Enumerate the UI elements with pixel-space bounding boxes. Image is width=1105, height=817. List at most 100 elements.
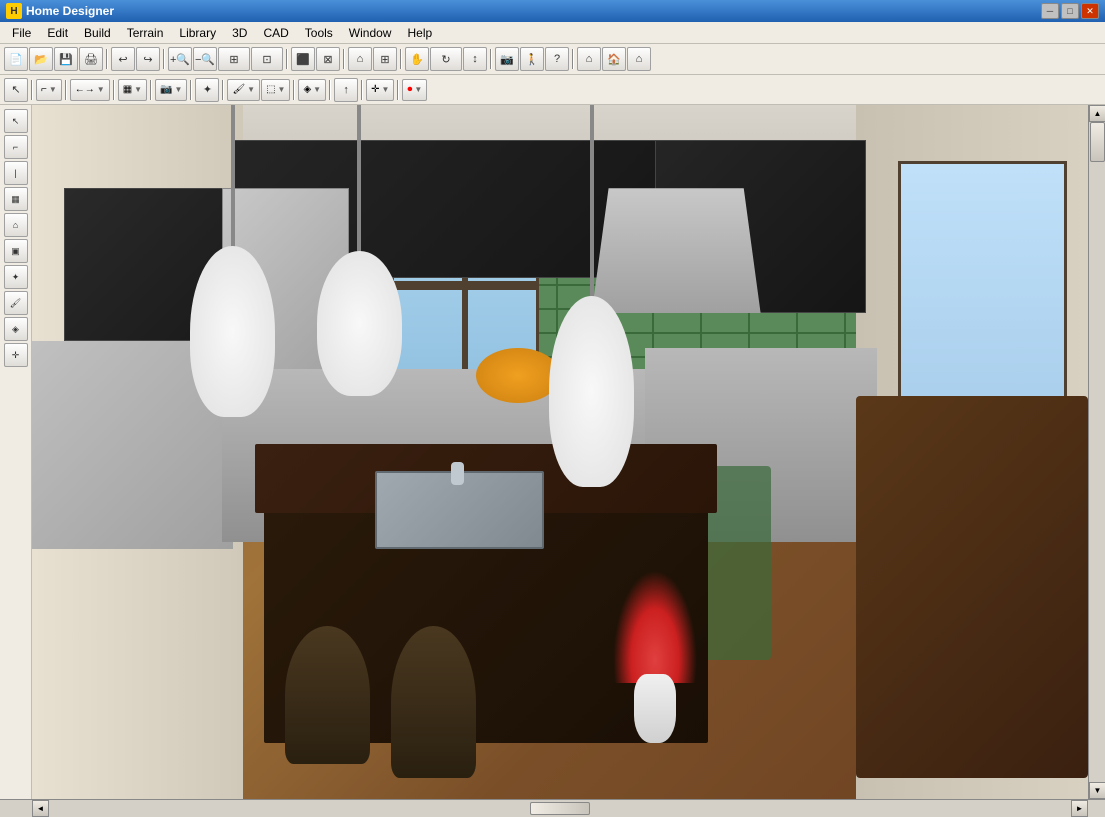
kitchen-sink — [375, 471, 544, 549]
sep5 — [400, 49, 402, 69]
camera-dropdown[interactable]: 📷▼ — [155, 79, 187, 101]
menu-help[interactable]: Help — [399, 24, 440, 42]
title-bar: H Home Designer ─ □ ✕ — [0, 0, 1105, 22]
sep14 — [293, 80, 295, 100]
scroll-left-button[interactable]: ◄ — [32, 800, 49, 817]
scroll-down-button[interactable]: ▼ — [1089, 782, 1105, 799]
minimize-button[interactable]: ─ — [1041, 3, 1059, 19]
scroll-track-vertical[interactable] — [1089, 122, 1105, 782]
transform-dropdown[interactable]: ✛▼ — [366, 79, 394, 101]
sep13 — [222, 80, 224, 100]
light-tool-button[interactable]: ✦ — [195, 78, 219, 102]
sep17 — [397, 80, 399, 100]
left-tool-1[interactable]: ↖ — [4, 109, 28, 133]
zoom-fit-button[interactable]: ⊡ — [251, 47, 283, 71]
materials-dropdown[interactable]: ◈▼ — [298, 79, 326, 101]
redo-button[interactable]: ↪ — [136, 47, 160, 71]
sep9 — [65, 80, 67, 100]
menu-terrain[interactable]: Terrain — [119, 24, 172, 42]
fill-window-button[interactable]: ⬛ — [291, 47, 315, 71]
sep4 — [343, 49, 345, 69]
record-dropdown[interactable]: ⏺▼ — [402, 79, 427, 101]
zoom-box-button[interactable]: ⊞ — [218, 47, 250, 71]
toolbar-container: 📄 📂 💾 🖨 ↩ ↪ +🔍 −🔍 ⊞ ⊡ ⬛ ⊠ ⌂ ⊞ ✋ ↻ ↕ 📷 🚶 … — [0, 44, 1105, 105]
polyline-dropdown[interactable]: ⌐▼ — [36, 79, 62, 101]
pan-button[interactable]: ✋ — [405, 47, 429, 71]
elevation-button[interactable]: ⌂ — [348, 47, 372, 71]
main-area: ↖ ⌐ | ▦ ⌂ ▣ ✦ 🖌 ◈ ✛ — [0, 105, 1105, 799]
pendant-shade-2 — [317, 251, 401, 397]
menu-build[interactable]: Build — [76, 24, 119, 42]
texture-dropdown[interactable]: ⬚▼ — [261, 79, 290, 101]
left-tool-5[interactable]: ⌂ — [4, 213, 28, 237]
left-tool-3[interactable]: | — [4, 161, 28, 185]
menu-window[interactable]: Window — [341, 24, 400, 42]
sep6 — [490, 49, 492, 69]
open-button[interactable]: 📂 — [29, 47, 53, 71]
menu-tools[interactable]: Tools — [297, 24, 341, 42]
measure-dropdown[interactable]: ←→▼ — [70, 79, 110, 101]
window-title: Home Designer — [26, 4, 1041, 18]
kitchen-3d-scene — [32, 105, 1088, 799]
sep3 — [286, 49, 288, 69]
app-icon: H — [6, 3, 22, 19]
scroll-thumb-vertical[interactable] — [1090, 122, 1105, 162]
zoom-in-button[interactable]: +🔍 — [168, 47, 192, 71]
left-tool-8[interactable]: 🖌 — [4, 291, 28, 315]
zoom-out-button[interactable]: −🔍 — [193, 47, 217, 71]
left-toolbar: ↖ ⌐ | ▦ ⌂ ▣ ✦ 🖌 ◈ ✛ — [0, 105, 32, 799]
tulip-arrangement — [613, 570, 697, 744]
paint-dropdown[interactable]: 🖌▼ — [227, 79, 260, 101]
scroll-thumb-horizontal[interactable] — [530, 802, 590, 815]
left-tool-10[interactable]: ✛ — [4, 343, 28, 367]
menu-edit[interactable]: Edit — [39, 24, 76, 42]
menu-library[interactable]: Library — [171, 24, 224, 42]
right-scrollbar: ▲ ▼ — [1088, 105, 1105, 799]
dimension-dropdown[interactable]: ▦▼ — [118, 79, 147, 101]
orbit-button[interactable]: ↻ — [430, 47, 462, 71]
left-tool-7[interactable]: ✦ — [4, 265, 28, 289]
scroll-up-button[interactable]: ▲ — [1089, 105, 1105, 122]
sep8 — [31, 80, 33, 100]
walk-button[interactable]: 🚶 — [520, 47, 544, 71]
view-all-button[interactable]: ⊠ — [316, 47, 340, 71]
sep10 — [113, 80, 115, 100]
floorplan-button[interactable]: ⊞ — [373, 47, 397, 71]
sep12 — [190, 80, 192, 100]
pendant-light-1 — [180, 105, 286, 417]
tulip-flowers — [613, 570, 697, 683]
help-button[interactable]: ? — [545, 47, 569, 71]
left-tool-9[interactable]: ◈ — [4, 317, 28, 341]
sep1 — [106, 49, 108, 69]
save-button[interactable]: 💾 — [54, 47, 78, 71]
maximize-button[interactable]: □ — [1061, 3, 1079, 19]
left-tool-6[interactable]: ▣ — [4, 239, 28, 263]
canvas-area[interactable] — [32, 105, 1088, 799]
scroll-track-horizontal[interactable] — [49, 802, 1071, 815]
render2-button[interactable]: 🏠 — [602, 47, 626, 71]
title-bar-controls: ─ □ ✕ — [1041, 3, 1099, 19]
updown-button[interactable]: ↕ — [463, 47, 487, 71]
undo-button[interactable]: ↩ — [111, 47, 135, 71]
camera-button[interactable]: 📷 — [495, 47, 519, 71]
menu-file[interactable]: File — [4, 24, 39, 42]
new-button[interactable]: 📄 — [4, 47, 28, 71]
menu-bar: File Edit Build Terrain Library 3D CAD T… — [0, 22, 1105, 44]
render3-button[interactable]: ⌂ — [627, 47, 651, 71]
print-button[interactable]: 🖨 — [79, 47, 103, 71]
pendant-light-3 — [539, 105, 645, 487]
close-button[interactable]: ✕ — [1081, 3, 1099, 19]
render1-button[interactable]: ⌂ — [577, 47, 601, 71]
dining-table — [856, 396, 1088, 778]
sep2 — [163, 49, 165, 69]
menu-3d[interactable]: 3D — [224, 24, 255, 42]
sep11 — [150, 80, 152, 100]
select-tool-button[interactable]: ↖ — [4, 78, 28, 102]
move-tool-button[interactable]: ↑ — [334, 78, 358, 102]
left-tool-4[interactable]: ▦ — [4, 187, 28, 211]
left-tool-2[interactable]: ⌐ — [4, 135, 28, 159]
tulip-vase — [634, 674, 676, 743]
menu-cad[interactable]: CAD — [255, 24, 296, 42]
pendant-wire-3 — [590, 105, 594, 315]
scroll-right-button[interactable]: ► — [1071, 800, 1088, 817]
